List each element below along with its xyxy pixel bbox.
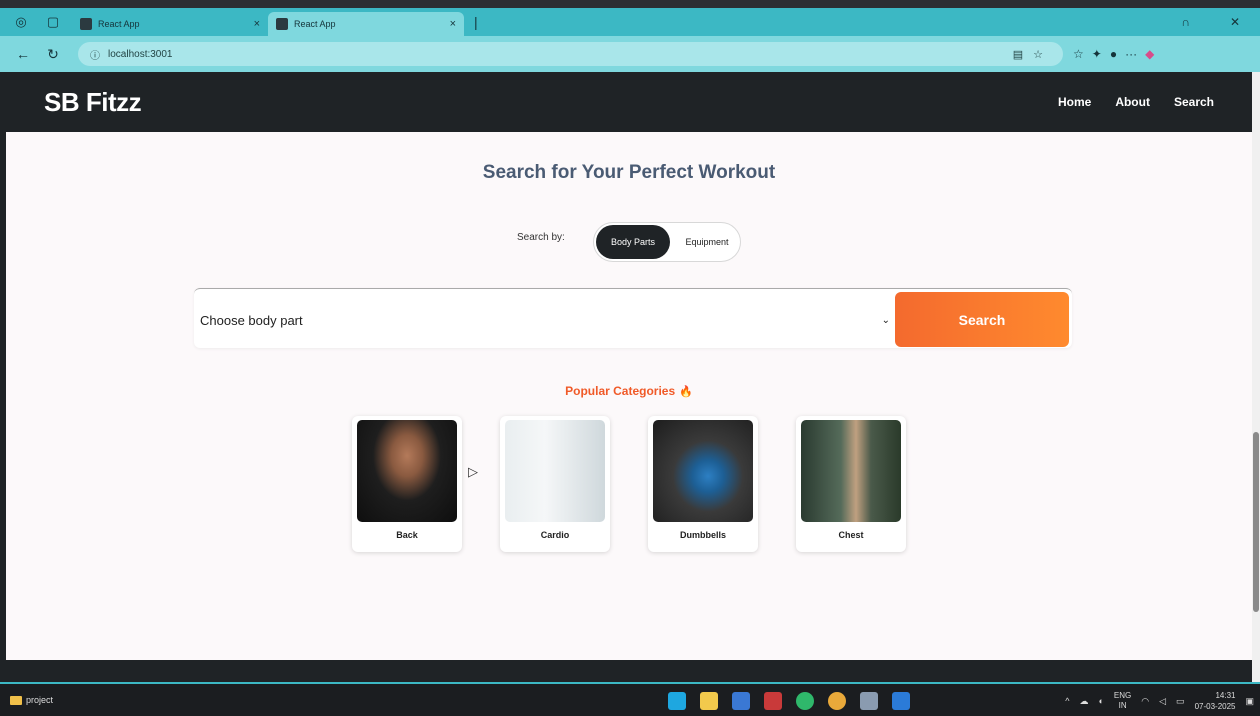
folder-label: project bbox=[26, 695, 54, 705]
category-card-back[interactable]: Back bbox=[352, 416, 462, 552]
reader-icon[interactable]: ▤ bbox=[1013, 49, 1033, 61]
copilot-icon[interactable]: ◆ bbox=[1145, 47, 1154, 61]
clock-time: 14:31 bbox=[1215, 691, 1236, 700]
profile-icon[interactable]: ◎ bbox=[10, 11, 32, 33]
extensions-icon[interactable]: ✦ bbox=[1092, 47, 1102, 61]
lang-bottom: IN bbox=[1118, 701, 1127, 710]
nav-search-link[interactable]: Search bbox=[1174, 95, 1214, 109]
app-navbar: SB Fitzz Home About Search bbox=[6, 72, 1252, 132]
address-actions: ▤☆ bbox=[1013, 48, 1053, 61]
refresh-icon[interactable]: ↻ bbox=[38, 46, 68, 63]
brand-logo[interactable]: SB Fitzz bbox=[44, 87, 142, 118]
popular-heading-text: Popular Categories bbox=[565, 384, 676, 398]
file-explorer-icon[interactable] bbox=[700, 692, 718, 710]
category-card-chest[interactable]: Chest bbox=[796, 416, 906, 552]
category-card-dumbbells[interactable]: Dumbbells bbox=[648, 416, 758, 552]
category-label: Chest bbox=[838, 530, 864, 540]
tab-close-icon[interactable]: × bbox=[254, 18, 260, 30]
edge-app-icon[interactable] bbox=[668, 692, 686, 710]
taskbar-folder-item[interactable]: project bbox=[10, 695, 53, 705]
fire-icon: 🔥 bbox=[679, 386, 693, 398]
clock[interactable]: 14:31 07-03-2025 bbox=[1195, 690, 1236, 712]
back-arrow-icon[interactable]: ← bbox=[8, 46, 38, 62]
back-image bbox=[357, 420, 457, 522]
page-scrollbar[interactable] bbox=[1252, 72, 1260, 682]
cardio-image bbox=[505, 420, 605, 522]
browser-tab-1[interactable]: React App × bbox=[72, 12, 268, 36]
window-close-icon[interactable]: ✕ bbox=[1230, 15, 1240, 29]
browser-toolbar: ☆ ✦ ● ··· ◆ bbox=[1073, 47, 1154, 61]
react-app-favicon-icon bbox=[276, 18, 288, 30]
scrollbar-thumb[interactable] bbox=[1253, 432, 1259, 612]
taskbar-apps bbox=[668, 692, 910, 710]
chest-image bbox=[801, 420, 901, 522]
page-footer bbox=[6, 660, 1252, 682]
category-label: Dumbbells bbox=[679, 530, 726, 540]
app-icon[interactable] bbox=[860, 692, 878, 710]
cloud-icon[interactable]: ☁ bbox=[1079, 696, 1088, 707]
tab-close-icon[interactable]: × bbox=[450, 18, 456, 30]
favorites-icon[interactable]: ☆ bbox=[1073, 47, 1084, 61]
system-tray: ^ ☁ ◐ ENG IN ◠ ◁ ▭ 14:31 07-03-2025 ▣ bbox=[1065, 690, 1254, 712]
chrome-app-icon[interactable] bbox=[828, 692, 846, 710]
tab-title: React App bbox=[98, 19, 140, 29]
search-mode-toggle: Body Parts Equipment bbox=[593, 222, 741, 262]
window-top-strip bbox=[0, 0, 1260, 8]
toggle-equipment[interactable]: Equipment bbox=[674, 225, 740, 259]
chevron-up-icon[interactable]: ^ bbox=[1065, 696, 1069, 706]
nav-links: Home About Search bbox=[1058, 95, 1214, 109]
search-row: Choose body part ⌄ Search bbox=[194, 288, 1072, 348]
minimize-icon[interactable]: ∩ bbox=[1181, 15, 1190, 29]
category-cards: Back Cardio Dumbbells Chest bbox=[352, 416, 912, 556]
search-button[interactable]: Search bbox=[895, 292, 1069, 347]
dumbbells-image bbox=[653, 420, 753, 522]
volume-icon[interactable]: ◁ bbox=[1159, 696, 1166, 707]
mouse-cursor-icon: ▷ bbox=[468, 464, 478, 479]
widget-icon[interactable]: ◐ bbox=[1098, 696, 1103, 706]
search-by-label: Search by: bbox=[517, 232, 565, 243]
browser-address-bar: ← ↻ ⓘ localhost:3001 ▤☆ ☆ ✦ ● ··· ◆ bbox=[0, 36, 1260, 72]
lang-top: ENG bbox=[1113, 691, 1132, 700]
battery-icon[interactable]: ▭ bbox=[1176, 696, 1185, 707]
profile-avatar-icon[interactable]: ● bbox=[1110, 47, 1117, 61]
folder-icon bbox=[10, 695, 22, 705]
clock-date: 07-03-2025 bbox=[1194, 702, 1236, 711]
body-part-select[interactable]: Choose body part ⌄ bbox=[200, 305, 890, 335]
toggle-body-parts[interactable]: Body Parts bbox=[596, 225, 670, 259]
windows-taskbar: project ^ ☁ ◐ ENG IN ◠ ◁ ▭ 14:31 07-03-2… bbox=[0, 682, 1260, 716]
tab-title: React App bbox=[294, 19, 336, 29]
new-tab-button[interactable]: | bbox=[474, 14, 478, 30]
web-page: SB Fitzz Home About Search Search for Yo… bbox=[6, 72, 1252, 682]
react-app-favicon-icon bbox=[80, 18, 92, 30]
category-label: Cardio bbox=[540, 530, 570, 540]
store-app-icon[interactable] bbox=[732, 692, 750, 710]
nav-home-link[interactable]: Home bbox=[1058, 95, 1091, 109]
tab-actions-icon[interactable]: ▢ bbox=[42, 11, 64, 33]
chevron-down-icon: ⌄ bbox=[881, 314, 890, 326]
favorite-star-icon[interactable]: ☆ bbox=[1033, 49, 1053, 61]
site-info-icon[interactable]: ⓘ bbox=[90, 47, 100, 62]
notifications-icon[interactable]: ▣ bbox=[1245, 696, 1254, 707]
browser-tab-bar: ◎ ▢ React App × React App × | ∩ ✕ bbox=[0, 8, 1260, 36]
wifi-icon[interactable]: ◠ bbox=[1141, 696, 1149, 707]
url-field[interactable]: ⓘ localhost:3001 ▤☆ bbox=[78, 42, 1063, 66]
category-label: Back bbox=[396, 530, 418, 540]
page-title: Search for Your Perfect Workout bbox=[482, 162, 776, 183]
language-indicator[interactable]: ENG IN bbox=[1114, 691, 1131, 711]
url-text: localhost:3001 bbox=[108, 48, 173, 60]
more-icon[interactable]: ··· bbox=[1125, 47, 1137, 61]
category-card-cardio[interactable]: Cardio bbox=[500, 416, 610, 552]
select-value: Choose body part bbox=[200, 312, 303, 328]
vscode-app-icon[interactable] bbox=[892, 692, 910, 710]
nav-about-link[interactable]: About bbox=[1115, 95, 1150, 109]
popular-categories-heading: Popular Categories 🔥 bbox=[6, 384, 1252, 398]
mcafee-app-icon[interactable] bbox=[764, 692, 782, 710]
browser-tab-2[interactable]: React App × bbox=[268, 12, 464, 36]
whatsapp-app-icon[interactable] bbox=[796, 692, 814, 710]
